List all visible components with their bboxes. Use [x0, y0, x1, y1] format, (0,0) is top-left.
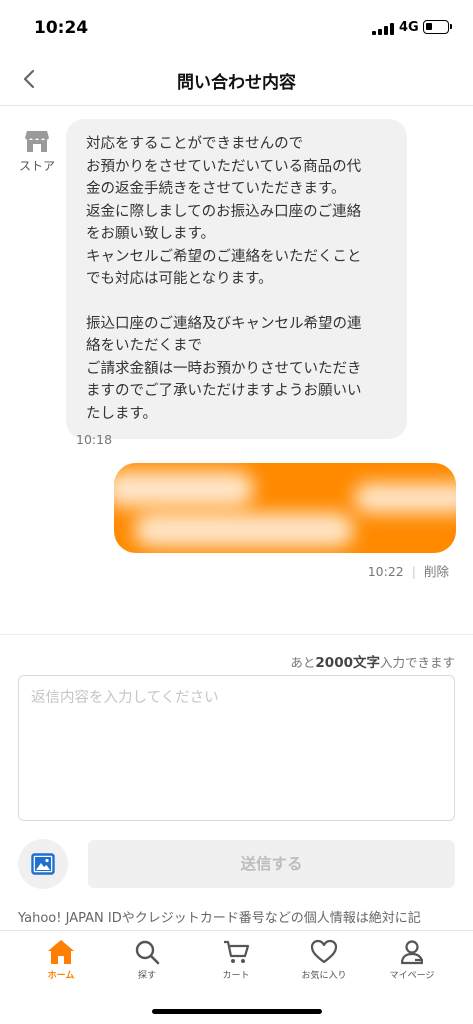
- outgoing-message: [114, 463, 456, 553]
- tab-label: 探す: [137, 971, 156, 981]
- battery-fill: [426, 23, 432, 30]
- message-paragraph: 対応をすることができませんので お預かりをさせていただいている商品の代 金の返金…: [86, 136, 362, 287]
- reply-input[interactable]: [18, 675, 455, 821]
- tab-cart[interactable]: カート: [189, 939, 283, 981]
- meta-divider: |: [411, 564, 416, 579]
- home-indicator: [152, 1009, 322, 1014]
- outgoing-timestamp: 10:22: [367, 564, 404, 579]
- attach-image-button[interactable]: [18, 839, 68, 889]
- tab-search[interactable]: 探す: [100, 939, 194, 981]
- tab-label: ホーム: [47, 971, 75, 981]
- search-icon: [135, 940, 160, 965]
- page-title: 問い合わせ内容: [177, 73, 296, 93]
- store-label: ストア: [18, 159, 55, 173]
- privacy-notice: Yahoo! JAPAN IDやクレジットカード番号などの個人情報は絶対に記: [18, 911, 421, 926]
- battery-icon: [423, 20, 452, 34]
- tab-label: カート: [222, 971, 250, 981]
- status-bar: 10:24 4G: [0, 0, 473, 54]
- tab-home[interactable]: ホーム: [14, 939, 108, 981]
- redaction-scribble: [114, 471, 254, 507]
- counter-suffix: 入力できます: [379, 655, 455, 670]
- header: 問い合わせ内容: [0, 54, 473, 106]
- redaction-scribble: [134, 513, 354, 547]
- cellular-signal-icon: [372, 23, 394, 35]
- send-button[interactable]: 送信する: [88, 840, 455, 888]
- chat-thread[interactable]: ストア 対応をすることができませんので お預かりをさせていただいている商品の代 …: [0, 107, 473, 627]
- outgoing-meta: 10:22 | 削除: [368, 561, 449, 580]
- counter-value: 2000文字: [315, 655, 380, 671]
- message-paragraph: 振込口座のご連絡及びキャンセル希望の連 絡をいただくまで ご請求金額は一時お預か…: [86, 315, 362, 422]
- reply-composer: あと2000文字入力できます 送信する Yahoo! JAPAN IDやクレジッ…: [0, 634, 473, 930]
- status-time: 10:24: [34, 18, 89, 38]
- redaction-scribble: [354, 483, 456, 513]
- tab-favorites[interactable]: お気に入り: [277, 939, 371, 981]
- incoming-timestamp: 10:18: [76, 432, 113, 447]
- incoming-message: 対応をすることができませんので お預かりをさせていただいている商品の代 金の返金…: [66, 119, 407, 439]
- char-counter: あと2000文字入力できます: [290, 651, 455, 671]
- home-icon: [48, 940, 74, 964]
- store-icon: [25, 131, 49, 152]
- tab-mypage[interactable]: マイページ: [365, 939, 459, 981]
- heart-icon: [310, 939, 338, 964]
- user-icon: [400, 940, 424, 965]
- delete-link[interactable]: 削除: [424, 564, 449, 579]
- cart-icon: [224, 940, 250, 963]
- network-type: 4G: [399, 20, 419, 35]
- tab-label: お気に入り: [301, 971, 347, 981]
- image-icon: [31, 853, 55, 875]
- counter-prefix: あと: [290, 655, 316, 670]
- tab-label: マイページ: [389, 971, 435, 981]
- store-avatar: ストア: [14, 129, 60, 174]
